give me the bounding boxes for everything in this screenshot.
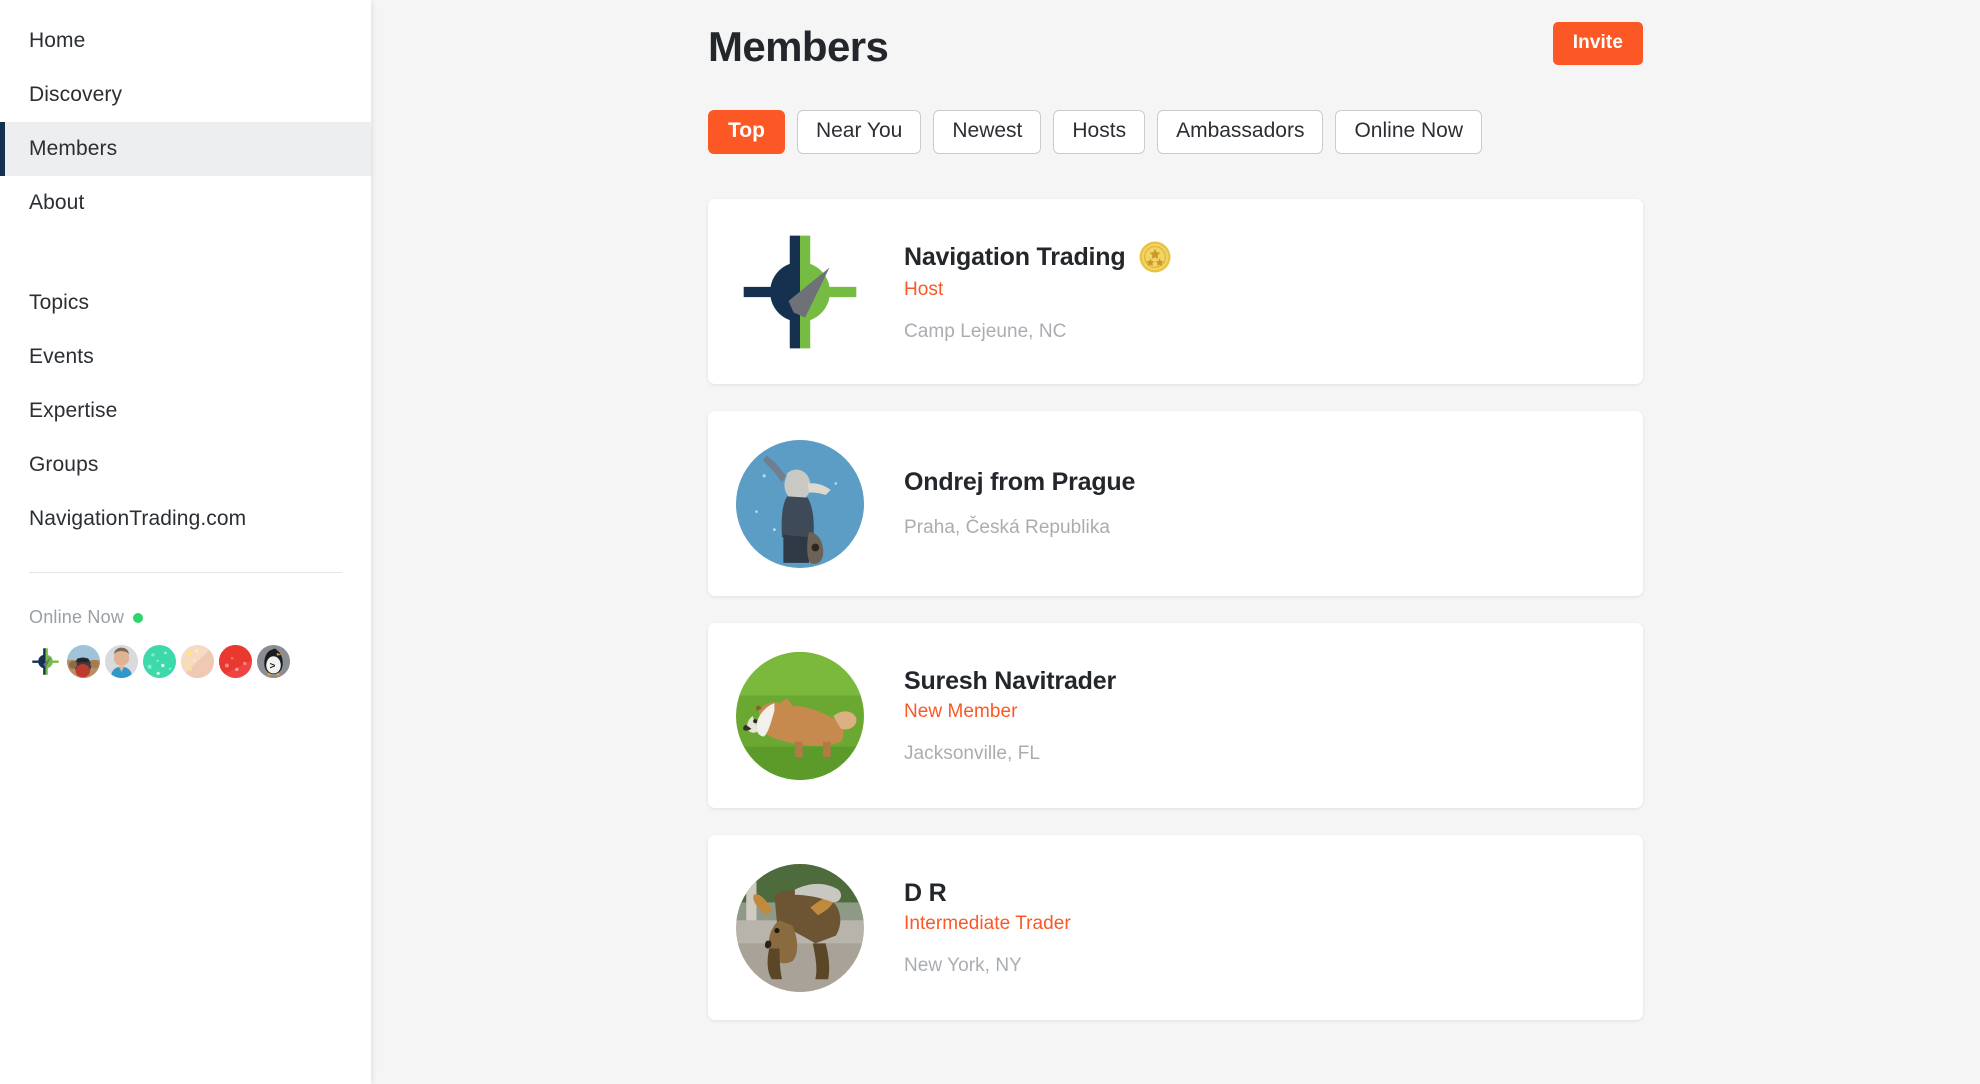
gold-star-medal-icon <box>1139 241 1171 273</box>
sidebar-item-label: Events <box>29 345 94 368</box>
filter-chip-ambassadors[interactable]: Ambassadors <box>1157 110 1324 155</box>
primary-nav: Home Discovery Members About <box>0 14 371 230</box>
member-role: Intermediate Trader <box>904 912 1071 934</box>
online-now-label: Online Now <box>29 607 342 628</box>
member-name-row: D R <box>904 879 1071 908</box>
member-card[interactable]: D R Intermediate Trader New York, NY <box>708 835 1643 1021</box>
member-location: Jacksonville, FL <box>904 742 1040 764</box>
member-card[interactable]: Navigation Trading Host Camp Lejeune, NC <box>708 199 1643 385</box>
compass-icon <box>32 648 59 675</box>
sidebar-item-events[interactable]: Events <box>0 330 371 384</box>
member-location: Camp Lejeune, NC <box>904 321 1067 343</box>
sidebar-item-navigationtrading-com[interactable]: NavigationTrading.com <box>0 492 371 546</box>
sidebar-item-label: Expertise <box>29 399 118 422</box>
sidebar: Home Discovery Members About Topics Even… <box>0 0 371 1084</box>
member-name: Suresh Navitrader <box>904 666 1116 695</box>
online-avatar-red[interactable] <box>219 645 252 678</box>
member-location: Praha, Česká Republika <box>904 517 1110 539</box>
teal-pattern-icon <box>143 645 176 678</box>
member-info: Navigation Trading Host Camp Lejeune, NC <box>904 240 1172 343</box>
member-name-row: Ondrej from Prague <box>904 468 1135 497</box>
member-name: D R <box>904 878 947 907</box>
compass-icon <box>743 235 857 348</box>
avatar <box>736 863 864 992</box>
beach-photo-icon <box>67 645 100 678</box>
invite-button[interactable]: Invite <box>1552 22 1643 65</box>
sidebar-item-expertise[interactable]: Expertise <box>0 384 371 438</box>
online-status-dot-icon <box>133 612 144 623</box>
sidebar-item-label: Home <box>29 29 86 52</box>
sidebar-item-topics[interactable]: Topics <box>0 276 371 330</box>
sidebar-item-label: NavigationTrading.com <box>29 507 247 530</box>
avatar <box>736 228 864 356</box>
member-name: Navigation Trading <box>904 242 1126 271</box>
avatar <box>736 651 864 780</box>
sidebar-item-label: Topics <box>29 291 90 314</box>
sidebar-item-label: Members <box>29 137 118 160</box>
secondary-nav: Topics Events Expertise Groups Navigatio… <box>0 276 371 546</box>
sidebar-item-groups[interactable]: Groups <box>0 438 371 492</box>
red-pattern-icon <box>219 645 252 678</box>
member-role: Host <box>904 279 944 301</box>
member-role: New Member <box>904 700 1018 722</box>
collie-dog-photo-icon <box>736 651 864 780</box>
main-content: Members Invite Top Near You Newest Hosts… <box>371 0 1980 1084</box>
member-location: New York, NY <box>904 954 1022 976</box>
page-title: Members <box>708 23 889 70</box>
charging-bull-photo-icon <box>736 863 864 992</box>
page-header: Members Invite <box>708 22 1643 84</box>
member-card[interactable]: Suresh Navitrader New Member Jacksonvill… <box>708 623 1643 809</box>
online-now-text: Online Now <box>29 607 125 627</box>
peach-pattern-icon <box>181 645 214 678</box>
statue-photo-icon <box>736 439 864 568</box>
filter-chip-row: Top Near You Newest Hosts Ambassadors On… <box>708 110 1643 155</box>
sidebar-item-label: Discovery <box>29 83 123 106</box>
online-avatar-beach[interactable] <box>67 645 100 678</box>
member-name-row: Suresh Navitrader <box>904 667 1116 696</box>
online-now-section: Online Now > <box>0 573 371 678</box>
filter-chip-near-you[interactable]: Near You <box>796 110 922 155</box>
online-avatar-row: > <box>29 645 342 678</box>
online-avatar-portrait[interactable] <box>105 645 138 678</box>
man-portrait-icon <box>105 645 138 678</box>
member-card[interactable]: Ondrej from Prague Praha, Česká Republik… <box>708 411 1643 597</box>
penguin-terminal-icon: > <box>257 645 290 678</box>
svg-text:>: > <box>270 661 276 672</box>
member-info: Suresh Navitrader New Member Jacksonvill… <box>904 667 1116 765</box>
sidebar-item-label: Groups <box>29 453 99 476</box>
member-info: Ondrej from Prague Praha, Česká Republik… <box>904 468 1135 539</box>
app-root: Home Discovery Members About Topics Even… <box>0 0 1980 1084</box>
content-column: Members Invite Top Near You Newest Hosts… <box>708 0 1643 1021</box>
member-card-list: Navigation Trading Host Camp Lejeune, NC… <box>708 199 1643 1021</box>
member-info: D R Intermediate Trader New York, NY <box>904 879 1071 977</box>
member-name-row: Navigation Trading <box>904 240 1172 274</box>
filter-chip-newest[interactable]: Newest <box>933 110 1042 155</box>
sidebar-item-about[interactable]: About <box>0 176 371 230</box>
online-avatar-compass[interactable] <box>29 645 62 678</box>
avatar <box>736 439 864 568</box>
sidebar-item-label: About <box>29 191 85 214</box>
filter-chip-top[interactable]: Top <box>708 110 785 155</box>
sidebar-item-discovery[interactable]: Discovery <box>0 68 371 122</box>
online-avatar-peach[interactable] <box>181 645 214 678</box>
filter-chip-hosts[interactable]: Hosts <box>1053 110 1146 155</box>
sidebar-item-members[interactable]: Members <box>0 122 371 176</box>
online-avatar-teal[interactable] <box>143 645 176 678</box>
member-name: Ondrej from Prague <box>904 468 1136 497</box>
sidebar-item-home[interactable]: Home <box>0 14 371 68</box>
filter-chip-online-now[interactable]: Online Now <box>1335 110 1483 155</box>
online-avatar-penguin[interactable]: > <box>257 645 290 678</box>
